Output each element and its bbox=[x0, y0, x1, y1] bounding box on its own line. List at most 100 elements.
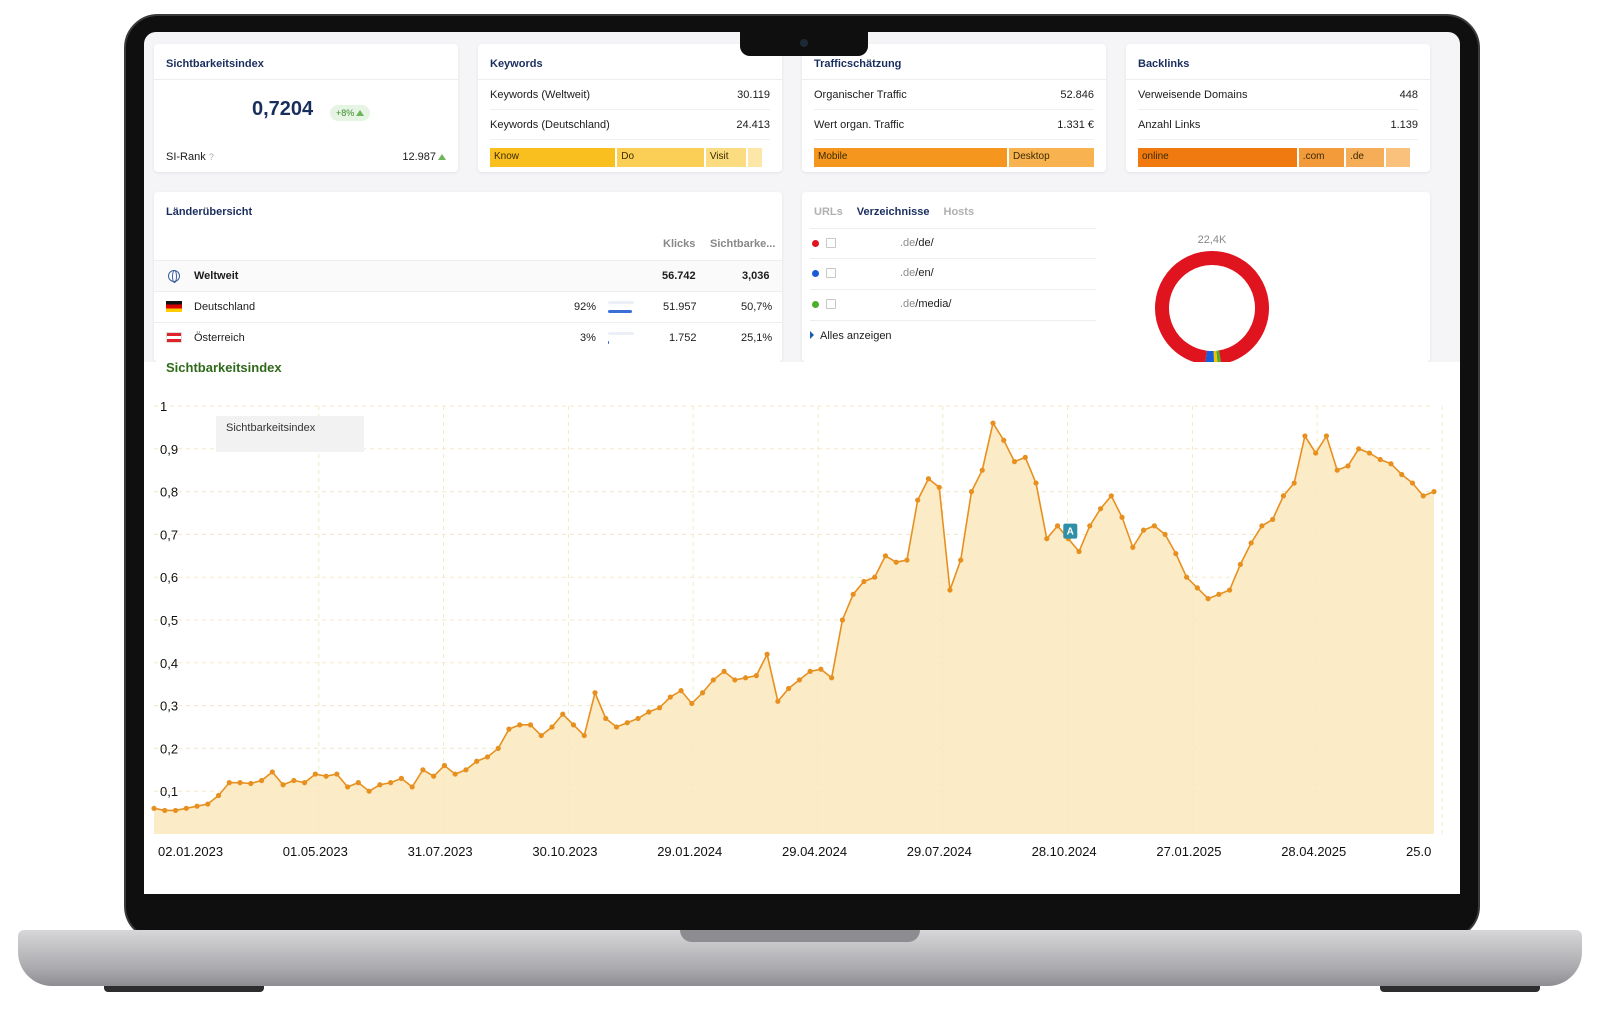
data-point bbox=[1001, 437, 1007, 443]
chart-heading: Sichtbarkeitsindex bbox=[166, 360, 282, 375]
segment-com[interactable]: .com bbox=[1298, 148, 1345, 167]
directory-row[interactable]: .de/de/ bbox=[810, 228, 1096, 259]
visibility-chart[interactable]: 0,1 0,2 0,3 0,4 0,5 0,6 0,7 0,8 0,9 1 02.01.2023 01… bbox=[144, 388, 1460, 894]
directory-row[interactable]: .de/en/ bbox=[810, 259, 1096, 290]
data-point bbox=[1162, 531, 1168, 537]
external-link-icon[interactable] bbox=[826, 299, 836, 309]
segment-desktop[interactable]: Desktop bbox=[1009, 148, 1094, 167]
keywords-row[interactable]: Keywords (Deutschland) 24.413 bbox=[490, 110, 770, 140]
si-change-badge: +8% bbox=[330, 105, 371, 121]
data-point bbox=[1140, 527, 1147, 533]
data-point bbox=[1022, 454, 1028, 460]
directory-row[interactable]: .de/media/ bbox=[810, 290, 1096, 321]
keywords-card-title: Keywords bbox=[478, 44, 782, 80]
data-point bbox=[280, 782, 286, 788]
data-point bbox=[893, 559, 899, 565]
domain-prefix: .de bbox=[900, 237, 916, 249]
directory-donut-chart[interactable]: 22,4K bbox=[1132, 232, 1292, 362]
domain-prefix: .de bbox=[900, 298, 916, 310]
backlinks-row[interactable]: Anzahl Links 1.139 bbox=[1138, 110, 1418, 140]
data-point bbox=[345, 784, 351, 790]
segment-other[interactable] bbox=[747, 148, 763, 167]
path-text: /en/ bbox=[915, 267, 934, 279]
tab-verzeichnisse[interactable]: Verzeichnisse bbox=[857, 206, 930, 218]
share-bar-fill bbox=[608, 310, 632, 313]
laptop-foot-left bbox=[104, 986, 264, 992]
si-rank-label-wrap: SI-Rank ? bbox=[166, 151, 214, 163]
segment-do[interactable]: Do bbox=[617, 148, 704, 167]
data-point bbox=[355, 780, 361, 786]
data-point bbox=[1011, 459, 1018, 465]
data-point bbox=[205, 801, 211, 807]
traffic-row[interactable]: Wert organ. Traffic 1.331 € bbox=[814, 110, 1094, 140]
donut-total: 22,4K bbox=[1198, 234, 1227, 246]
help-icon[interactable]: ? bbox=[209, 152, 214, 162]
country-row-deutschland[interactable]: Deutschland 92% 51.957 50,7% bbox=[154, 291, 782, 322]
col-clicks[interactable]: Klicks bbox=[663, 238, 695, 250]
series-dot-icon bbox=[812, 270, 819, 277]
col-visibility[interactable]: Sichtbarke... bbox=[710, 238, 775, 250]
traffic-row[interactable]: Organischer Traffic 52.846 bbox=[814, 80, 1094, 110]
si-rank-value-wrap: 12.987 bbox=[402, 151, 446, 163]
tab-hosts[interactable]: Hosts bbox=[944, 206, 975, 218]
external-link-icon[interactable] bbox=[826, 268, 836, 278]
tld-bar: online .com .de bbox=[1138, 148, 1418, 167]
country-clicks: 1.752 bbox=[669, 332, 697, 344]
data-point bbox=[441, 762, 448, 769]
x-tick-label: 02.01.2023 bbox=[158, 844, 223, 859]
screen: Sichtbarkeitsindex 0,7204 +8% SI-Rank ? … bbox=[144, 32, 1460, 894]
country-si: 3,036 bbox=[742, 270, 770, 282]
area-fill bbox=[154, 423, 1434, 834]
row-value: 24.413 bbox=[736, 118, 770, 131]
show-all-link[interactable]: Alles anzeigen bbox=[810, 330, 892, 342]
data-point bbox=[527, 722, 534, 728]
data-point bbox=[431, 773, 437, 779]
tab-urls[interactable]: URLs bbox=[814, 206, 843, 218]
data-point bbox=[958, 557, 964, 563]
data-point bbox=[807, 668, 813, 674]
data-point bbox=[1194, 585, 1200, 591]
y-tick-label: 0,9 bbox=[160, 442, 178, 457]
keywords-row[interactable]: Keywords (Weltweit) 30.119 bbox=[490, 80, 770, 110]
data-point bbox=[269, 769, 275, 775]
x-tick-label: 29.04.2024 bbox=[782, 844, 847, 859]
chart-legend[interactable]: Sichtbarkeitsindex bbox=[216, 416, 364, 452]
directory-path: .de/media/ bbox=[900, 298, 951, 310]
si-change-value: +8% bbox=[336, 108, 355, 118]
si-rank-row: SI-Rank ? 12.987 bbox=[166, 142, 446, 172]
data-point bbox=[291, 777, 297, 784]
country-row-oesterreich[interactable]: Österreich 3% 1.752 25,1% bbox=[154, 322, 782, 353]
segment-online[interactable]: online bbox=[1138, 148, 1297, 167]
data-point bbox=[162, 807, 168, 814]
data-point bbox=[183, 805, 189, 811]
data-point bbox=[1173, 551, 1179, 557]
data-point bbox=[829, 675, 835, 681]
data-point bbox=[775, 698, 781, 704]
data-point bbox=[1366, 450, 1373, 456]
data-point bbox=[635, 715, 641, 722]
si-card: Sichtbarkeitsindex 0,7204 +8% SI-Rank ? … bbox=[154, 44, 458, 172]
data-point bbox=[753, 673, 759, 679]
segment-mobile[interactable]: Mobile bbox=[814, 148, 1007, 167]
data-point bbox=[699, 690, 706, 696]
y-tick-label: 0,8 bbox=[160, 485, 178, 500]
x-tick-label: 31.07.2023 bbox=[408, 844, 473, 859]
backlinks-row[interactable]: Verweisende Domains 448 bbox=[1138, 80, 1418, 110]
segment-visit[interactable]: Visit bbox=[705, 148, 746, 167]
data-point bbox=[742, 675, 749, 681]
data-point bbox=[721, 668, 727, 674]
segment-know[interactable]: Know bbox=[490, 148, 616, 167]
y-tick-label: 0,1 bbox=[160, 784, 178, 799]
data-point bbox=[1377, 456, 1383, 463]
country-row-weltweit[interactable]: Weltweit 56.742 3,036 bbox=[154, 260, 782, 291]
external-link-icon[interactable] bbox=[826, 238, 836, 248]
data-point bbox=[495, 745, 501, 751]
data-point bbox=[936, 484, 942, 490]
path-text: /media/ bbox=[915, 298, 952, 310]
data-point bbox=[1323, 433, 1330, 439]
segment-other[interactable] bbox=[1385, 148, 1411, 167]
data-point bbox=[484, 754, 491, 760]
show-all-label: Alles anzeigen bbox=[820, 330, 892, 342]
segment-de[interactable]: .de bbox=[1346, 148, 1384, 167]
country-si: 50,7% bbox=[741, 301, 773, 313]
